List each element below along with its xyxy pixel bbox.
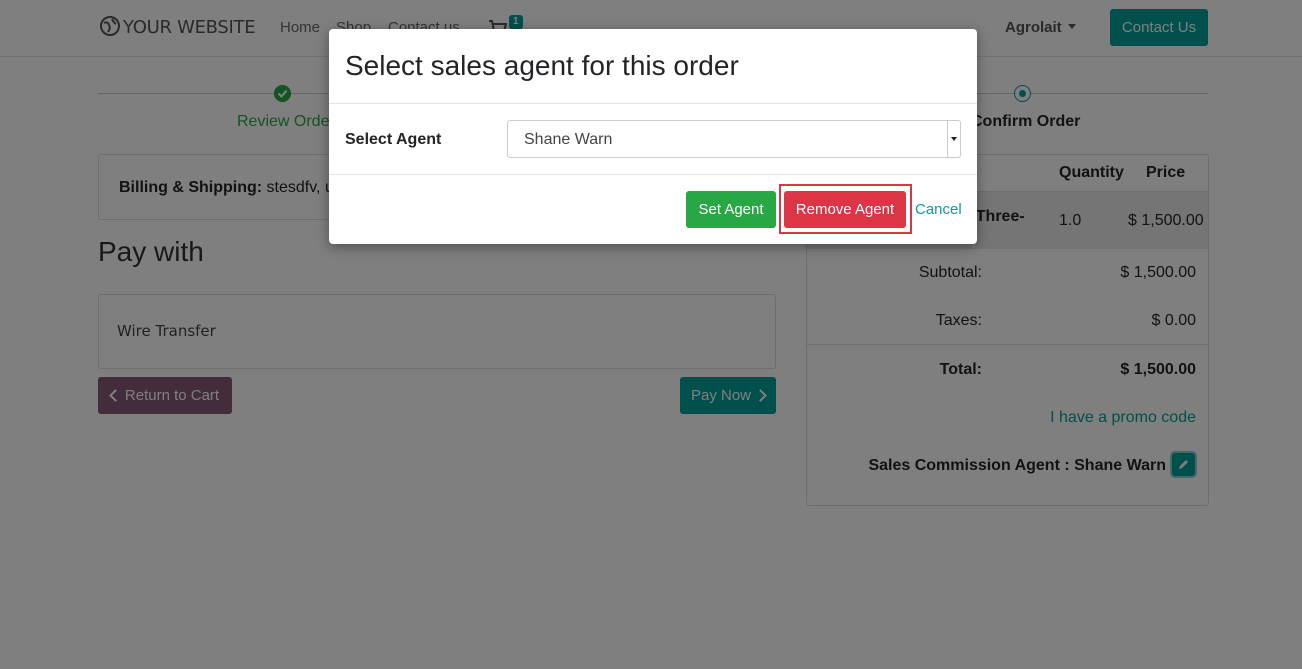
agent-select[interactable]: Shane Warn xyxy=(507,120,961,158)
dialog-footer-divider xyxy=(329,174,977,175)
dropdown-arrow-icon[interactable] xyxy=(947,121,960,157)
remove-agent-button[interactable]: Remove Agent xyxy=(784,191,906,228)
select-agent-dialog: Select sales agent for this order Select… xyxy=(329,29,977,244)
select-agent-label: Select Agent xyxy=(345,131,442,148)
cancel-link[interactable]: Cancel xyxy=(915,201,962,218)
set-agent-button[interactable]: Set Agent xyxy=(686,191,776,228)
selected-agent-value: Shane Warn xyxy=(524,131,613,148)
dialog-title: Select sales agent for this order xyxy=(345,50,739,81)
dialog-header-divider xyxy=(329,103,977,104)
